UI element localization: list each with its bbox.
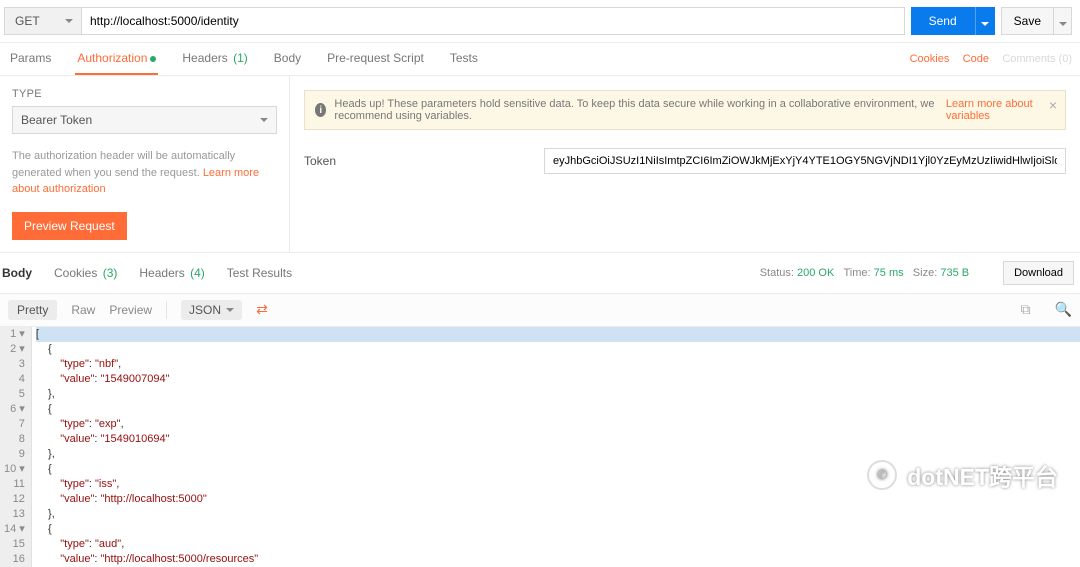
resp-headers-count: (4) [190, 266, 205, 280]
download-button[interactable]: Download [1003, 261, 1074, 285]
watermark-text: dotNET跨平台 [907, 458, 1058, 492]
url-input[interactable] [81, 7, 905, 35]
auth-type-label: TYPE [12, 88, 277, 100]
alert-text: Heads up! These parameters hold sensitiv… [334, 98, 937, 122]
chevron-down-icon [226, 308, 234, 312]
preview-request-button[interactable]: Preview Request [12, 212, 127, 240]
tab-headers-label: Headers [182, 51, 227, 65]
status-label: Status: [760, 267, 794, 279]
chevron-down-icon [981, 22, 989, 26]
http-method-dropdown[interactable]: GET [4, 7, 81, 35]
auth-note: The authorization header will be automat… [12, 148, 277, 198]
time-label: Time: [844, 267, 871, 279]
auth-right: i Heads up! These parameters hold sensit… [290, 76, 1080, 252]
tab-tests[interactable]: Tests [448, 51, 480, 75]
auth-note-text: The authorization header will be automat… [12, 150, 235, 179]
size-value: 735 B [940, 267, 969, 279]
line-gutter: 1 ▾2 ▾3456 ▾78910 ▾11121314 ▾15161718 ▾1… [0, 327, 32, 567]
link-comments[interactable]: Comments (0) [1002, 53, 1072, 65]
learn-more-variables-link[interactable]: Learn more about variables [946, 98, 1055, 122]
auth-left: TYPE Bearer Token The authorization head… [0, 76, 290, 252]
separator [166, 301, 167, 319]
view-preview[interactable]: Preview [109, 303, 152, 317]
response-view-bar: Pretty Raw Preview JSON ⇄ ⧉ 🔍 [0, 294, 1080, 327]
sensitive-data-alert: i Heads up! These parameters hold sensit… [304, 90, 1066, 130]
save-dropdown[interactable] [1054, 7, 1072, 35]
headers-count: (1) [233, 51, 248, 65]
tab-params[interactable]: Params [8, 51, 53, 75]
active-dot-icon [150, 56, 156, 62]
lang-label: JSON [189, 303, 221, 317]
response-body-editor[interactable]: 1 ▾2 ▾3456 ▾78910 ▾11121314 ▾15161718 ▾1… [0, 327, 1080, 567]
token-row: Token [304, 148, 1066, 174]
view-pretty[interactable]: Pretty [8, 300, 57, 320]
auth-type-dropdown[interactable]: Bearer Token [12, 106, 277, 134]
resp-tab-cookies[interactable]: Cookies (3) [52, 266, 117, 280]
response-meta: Status: 200 OK Time: 75 ms Size: 735 B [760, 267, 969, 279]
chevron-down-icon [65, 19, 73, 23]
tab-prerequest[interactable]: Pre-request Script [325, 51, 426, 75]
http-method-label: GET [15, 14, 40, 28]
response-tabs: Body Cookies (3) Headers (4) Test Result… [0, 253, 1080, 294]
wrap-lines-icon[interactable]: ⇄ [256, 301, 268, 318]
send-button[interactable]: Send [911, 7, 975, 35]
request-toolbar: GET Send Save [0, 0, 1080, 43]
size-label: Size: [913, 267, 937, 279]
chevron-down-icon [260, 118, 268, 122]
copy-icon[interactable]: ⧉ [1021, 301, 1031, 318]
tab-authorization[interactable]: Authorization [75, 51, 158, 75]
wechat-icon: ✆ [867, 460, 897, 490]
send-dropdown[interactable] [975, 7, 995, 35]
watermark: ✆ dotNET跨平台 [867, 458, 1058, 492]
tab-body[interactable]: Body [272, 51, 303, 75]
chevron-down-icon [1059, 22, 1067, 26]
code-area: [ { "type": "nbf", "value": "1549007094"… [32, 327, 1080, 567]
tab-headers[interactable]: Headers (1) [180, 51, 249, 75]
resp-tab-cookies-label: Cookies [54, 266, 97, 280]
search-icon[interactable]: 🔍 [1055, 301, 1072, 318]
time-value: 75 ms [874, 267, 904, 279]
tab-authorization-label: Authorization [77, 51, 147, 65]
resp-tab-body[interactable]: Body [0, 266, 32, 280]
view-raw[interactable]: Raw [71, 303, 95, 317]
status-value: 200 OK [797, 267, 834, 279]
resp-tab-headers-label: Headers [139, 266, 184, 280]
token-label: Token [304, 154, 544, 168]
link-cookies[interactable]: Cookies [910, 53, 950, 65]
info-icon: i [315, 103, 326, 117]
request-tabs: Params Authorization Headers (1) Body Pr… [0, 43, 1080, 76]
save-button[interactable]: Save [1001, 7, 1054, 35]
link-code[interactable]: Code [963, 53, 989, 65]
request-tabs-right: Cookies Code Comments (0) [900, 51, 1072, 75]
resp-tab-test-results[interactable]: Test Results [225, 266, 292, 280]
resp-tab-headers[interactable]: Headers (4) [137, 266, 204, 280]
cookies-count: (3) [103, 266, 118, 280]
auth-type-value: Bearer Token [21, 113, 92, 127]
lang-dropdown[interactable]: JSON [181, 300, 242, 320]
close-icon[interactable]: × [1049, 97, 1057, 113]
token-input[interactable] [544, 148, 1066, 174]
authorization-panel: TYPE Bearer Token The authorization head… [0, 76, 1080, 253]
